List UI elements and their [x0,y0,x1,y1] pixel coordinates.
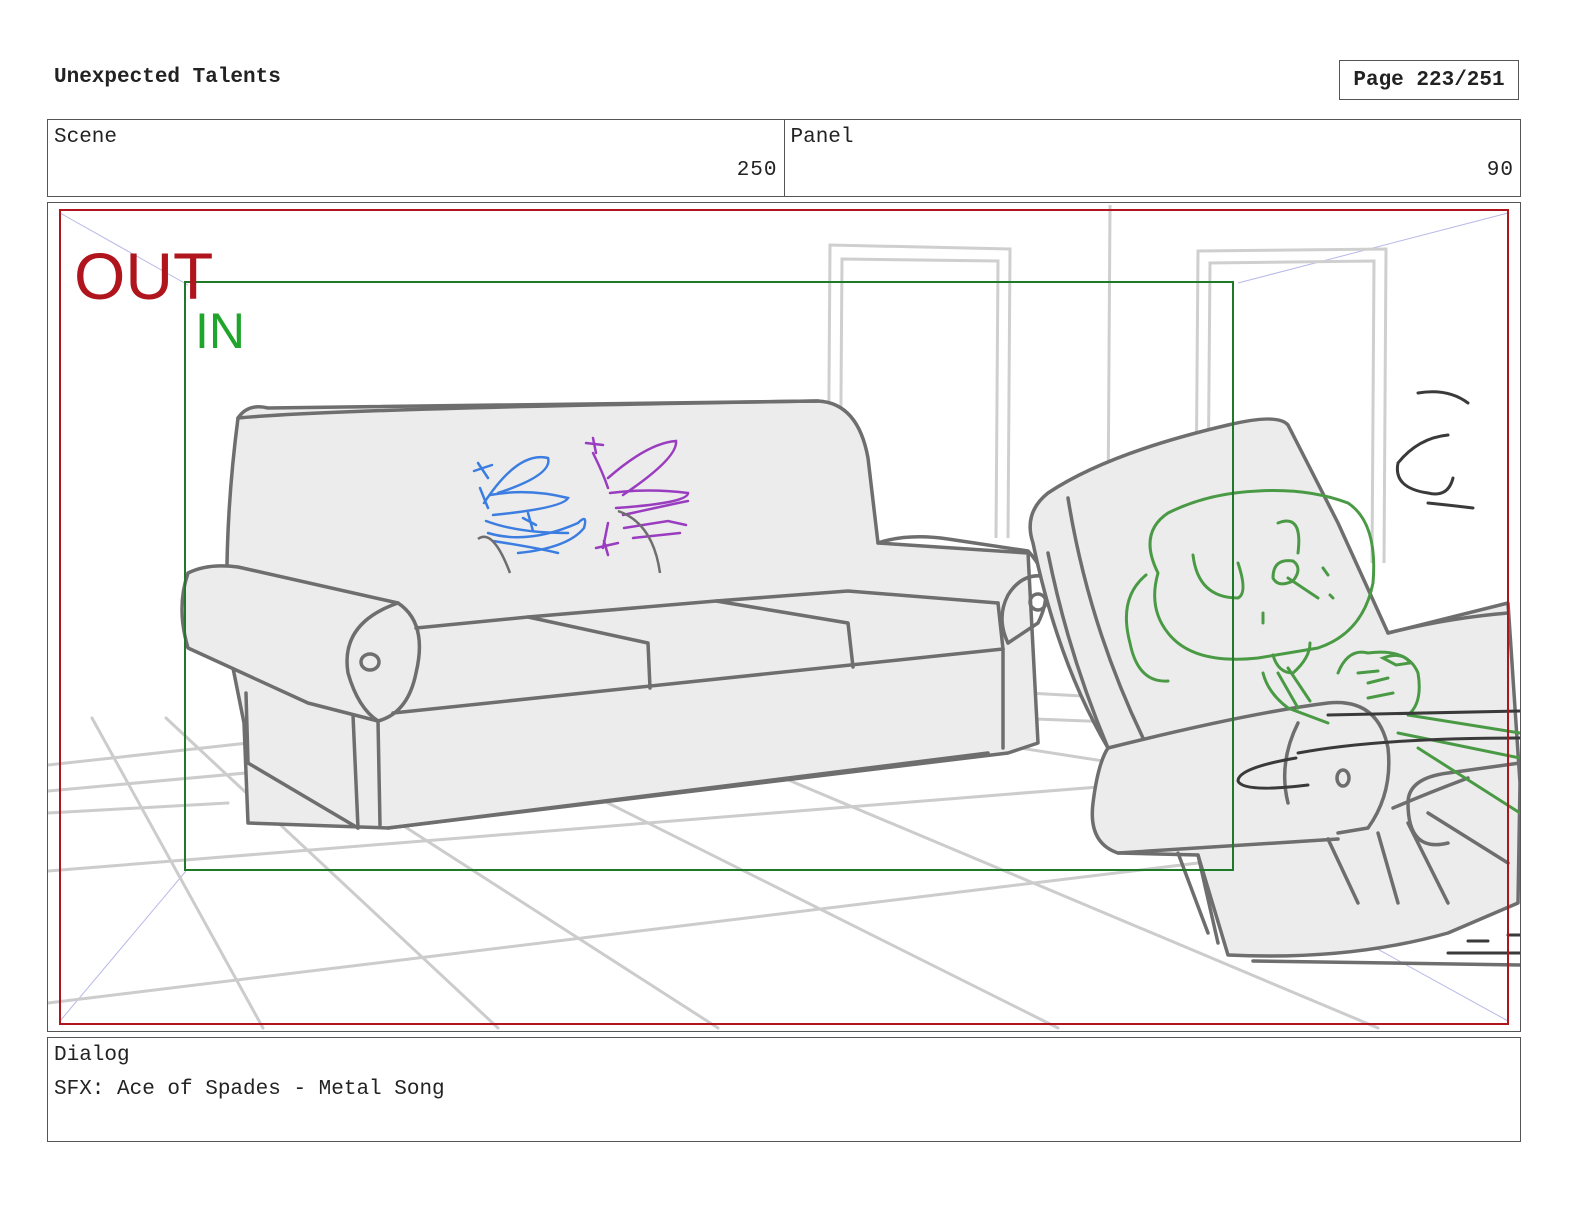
dialog-box: Dialog SFX: Ace of Spades - Metal Song [47,1037,1521,1142]
panel-label: Panel [790,126,854,149]
storyboard-drawing: OUT IN [48,204,1520,1030]
panel-cell: Panel 90 [783,120,1521,196]
page-counter: Page 223/251 [1339,60,1519,100]
document-title: Unexpected Talents [54,66,281,89]
scene-number: 250 [736,159,778,182]
storyboard-panel: OUT IN [47,202,1521,1032]
dialog-label: Dialog [54,1044,130,1067]
dialog-text: SFX: Ace of Spades - Metal Song [54,1078,445,1101]
scene-cell: Scene 250 [48,120,784,196]
panel-number: 90 [1486,159,1514,182]
scene-label: Scene [54,126,118,149]
out-label: OUT [74,239,213,313]
scene-panel-table: Scene 250 Panel 90 [47,119,1521,197]
couch-sketch [180,399,1050,830]
recliner-sketch [1028,417,1520,967]
in-label: IN [195,303,245,359]
